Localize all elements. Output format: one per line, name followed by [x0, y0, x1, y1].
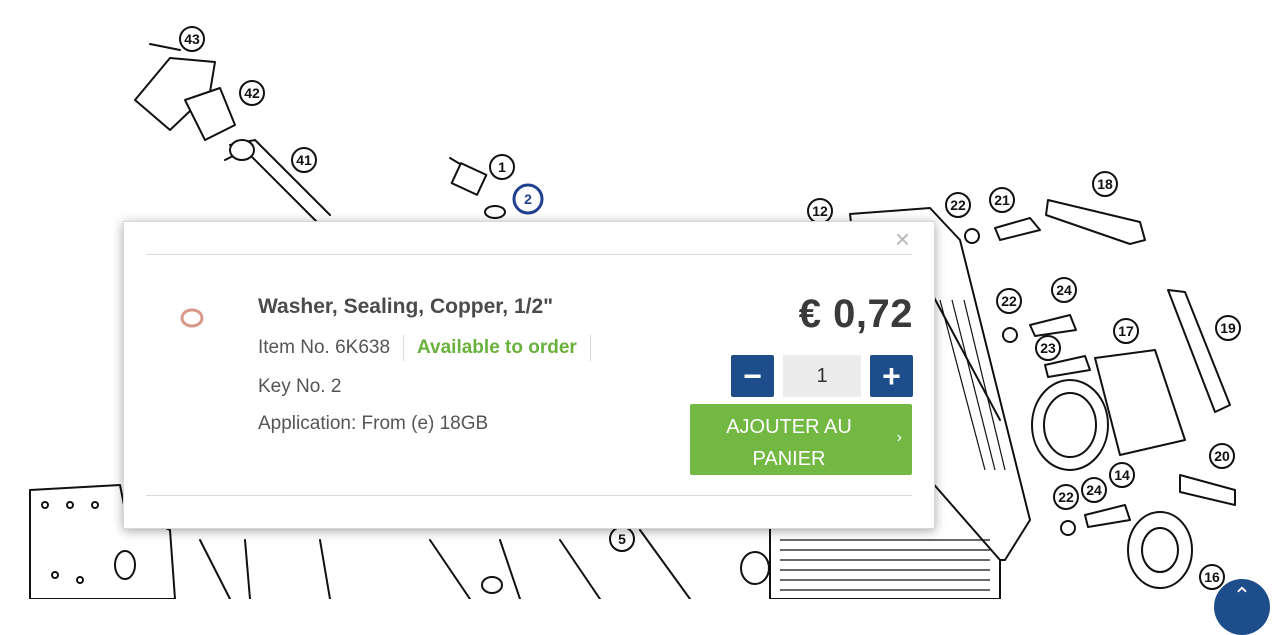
svg-text:24: 24 [1086, 482, 1102, 498]
callout-20[interactable]: 20 [1209, 443, 1235, 469]
callout-42[interactable]: 42 [239, 80, 265, 106]
callout-5[interactable]: 5 [609, 526, 635, 552]
scroll-to-top-button[interactable]: ⌃ [1214, 579, 1270, 635]
product-popup: × Washer, Sealing, Copper, 1/2" Item No.… [123, 221, 935, 529]
callout-21[interactable]: 21 [989, 187, 1015, 213]
svg-text:17: 17 [1118, 323, 1134, 339]
quantity-input[interactable] [783, 355, 861, 397]
callout-2[interactable]: 2 [512, 183, 544, 215]
callout-18[interactable]: 18 [1092, 171, 1118, 197]
divider-top [146, 254, 912, 255]
diagram-part-17 [1094, 349, 1186, 456]
divider [589, 335, 591, 361]
svg-text:24: 24 [1056, 282, 1072, 298]
quantity-stepper: − + [731, 355, 913, 397]
washer-thumbnail-icon [180, 308, 204, 328]
diagram-part-18 [1045, 199, 1146, 245]
availability-status: Available to order [417, 337, 577, 358]
svg-text:22: 22 [1058, 489, 1074, 505]
svg-text:41: 41 [296, 152, 312, 168]
svg-text:43: 43 [184, 31, 200, 47]
callout-19[interactable]: 19 [1215, 315, 1241, 341]
svg-text:19: 19 [1220, 320, 1236, 336]
callout-22-b[interactable]: 22 [996, 288, 1022, 314]
svg-text:22: 22 [950, 197, 966, 213]
diagram-part-24 [1029, 314, 1077, 337]
product-price: € 0,72 [798, 292, 913, 336]
diagram-part-14 [1031, 379, 1109, 471]
callout-24-b[interactable]: 24 [1081, 477, 1107, 503]
item-row: Item No. 6K638 Available to order [258, 335, 604, 361]
product-title: Washer, Sealing, Copper, 1/2" [258, 295, 554, 318]
item-number: Item No. 6K638 [258, 337, 391, 358]
svg-text:1: 1 [498, 159, 506, 175]
key-number: Key No. 2 [258, 376, 342, 397]
diagram-parts-top-left [134, 43, 331, 226]
callout-17[interactable]: 17 [1113, 318, 1139, 344]
svg-text:16: 16 [1204, 569, 1220, 585]
svg-text:18: 18 [1097, 176, 1113, 192]
diagram-part-21 [994, 217, 1041, 241]
divider-bottom [146, 495, 912, 496]
callout-16[interactable]: 16 [1199, 564, 1225, 590]
callout-1[interactable]: 1 [489, 154, 515, 180]
callout-23[interactable]: 23 [1035, 335, 1061, 361]
callout-43[interactable]: 43 [179, 26, 205, 52]
product-info: Washer, Sealing, Copper, 1/2" Item No. 6… [258, 294, 604, 435]
diagram-part-20 [1179, 474, 1236, 506]
svg-text:20: 20 [1214, 448, 1230, 464]
quantity-minus-button[interactable]: − [731, 355, 774, 397]
quantity-plus-button[interactable]: + [870, 355, 913, 397]
svg-text:23: 23 [1040, 340, 1056, 356]
application-text: Application: From (e) 18GB [258, 413, 489, 434]
callout-14[interactable]: 14 [1109, 462, 1135, 488]
close-icon[interactable]: × [895, 224, 910, 254]
svg-text:14: 14 [1114, 467, 1130, 483]
svg-text:2: 2 [524, 191, 532, 207]
svg-text:22: 22 [1001, 293, 1017, 309]
svg-text:21: 21 [994, 192, 1010, 208]
svg-text:12: 12 [812, 203, 828, 219]
add-to-cart-label: AJOUTER AU PANIER [726, 416, 852, 470]
add-to-cart-button[interactable]: AJOUTER AU PANIER › [690, 404, 912, 475]
svg-text:5: 5 [618, 531, 626, 547]
callout-22-a[interactable]: 22 [945, 192, 971, 218]
callout-24-a[interactable]: 24 [1051, 277, 1077, 303]
callout-12[interactable]: 12 [807, 198, 833, 224]
diagram-part-19 [1167, 289, 1231, 413]
diagram-part-16 [1127, 511, 1193, 589]
chevron-up-icon: ⌃ [1232, 583, 1252, 608]
callout-22-c[interactable]: 22 [1053, 484, 1079, 510]
callout-41[interactable]: 41 [291, 147, 317, 173]
divider [403, 335, 405, 361]
chevron-right-icon: › [896, 429, 902, 446]
svg-text:42: 42 [244, 85, 260, 101]
